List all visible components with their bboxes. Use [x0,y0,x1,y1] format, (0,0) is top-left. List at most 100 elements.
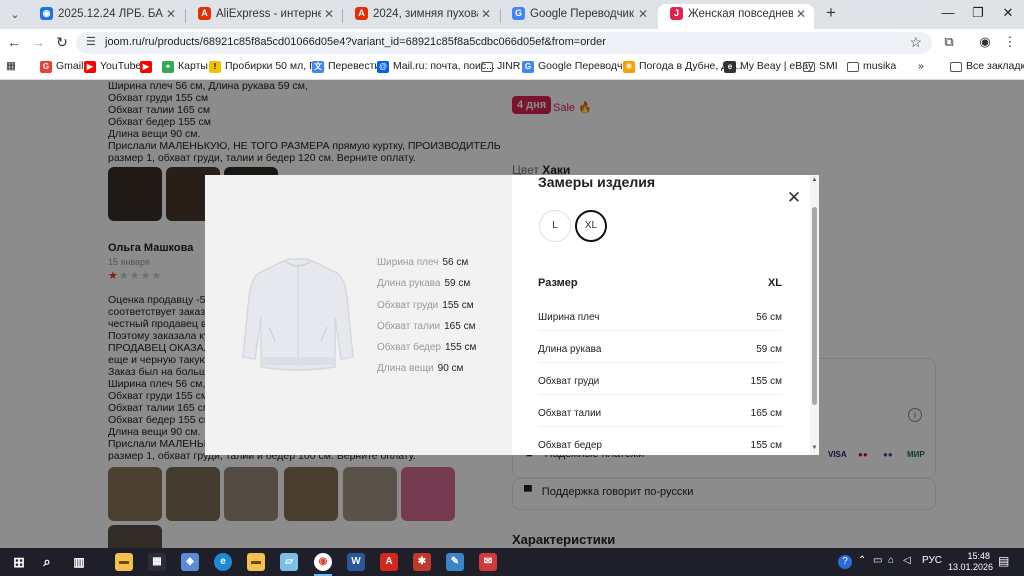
youtube-icon: ▶ [84,61,96,73]
bookmark-folder-musika[interactable]: musika [847,60,896,72]
paint-icon[interactable]: ✎ [446,553,464,571]
bookmark-probirki[interactable]: ! Пробирки 50 мл, П... [209,60,325,73]
notifications-icon[interactable]: ▤ [998,554,1009,568]
minimize-icon[interactable]: — [940,5,956,21]
tray-device-icon[interactable]: ▭ [873,555,882,566]
modal-scrollbar[interactable]: ▲ ▼ [810,175,819,455]
measurement-diagram-panel: Ширина плеч 56 см Длина рукава 59 см Обхва… [205,175,512,455]
url-text[interactable]: joom.ru/ru/products/68921c85f8a5cd01066d… [105,36,606,48]
tab-search-chevron-icon[interactable]: ⌄ [6,6,24,24]
size-option-xl-selected[interactable]: XL [575,210,607,242]
bookmark-ebay[interactable]: e My Beay | eBay [724,60,813,73]
apps-icon[interactable]: ▦ [6,60,16,72]
measure-value: 56 см [442,257,469,268]
measure-value: 90 см [437,363,464,374]
language-indicator[interactable]: РУС [922,555,942,566]
extensions-icon[interactable]: ⧉ [941,34,957,50]
clock[interactable]: 15:48 13.01.2026 [948,551,993,573]
size-column-value: XL [767,277,782,289]
folder-icon[interactable]: ▬ [247,553,265,571]
app-mail-icon[interactable]: ✉ [479,553,497,571]
help-icon[interactable]: ? [838,555,852,569]
site-info-icon[interactable]: ☰ [86,35,96,48]
network-icon[interactable]: ⌂ [888,555,894,566]
bookmark-star-icon[interactable]: ☆ [909,34,922,51]
all-bookmarks-label: Все закладки [966,60,1024,72]
restore-icon[interactable]: ❐ [970,5,986,21]
tab-2[interactable]: A AliExpress - интернет-магазин ✕ [186,4,342,29]
address-bar[interactable]: ☰ joom.ru/ru/products/68921c85f8a5cd0106… [76,32,932,54]
scroll-up-icon[interactable]: ▲ [810,177,819,183]
tab-strip: ⌄ ◉ 2025.12.24 ЛРБ. БАРИОН — Яндекс ✕ A … [0,0,1024,29]
file-explorer-icon[interactable]: ▬ [115,553,133,571]
diagram-measure-row: Длина рукава 59 см [377,278,470,289]
app-icon[interactable]: ◈ [181,553,199,571]
clock-time: 15:48 [967,551,990,561]
close-icon[interactable]: ✕ [324,4,334,24]
gmail-icon: G [40,61,52,73]
windows-start-icon[interactable]: ⊞ [10,553,28,571]
edge-icon[interactable]: e [214,553,232,571]
menu-icon[interactable]: ⋮ [1002,34,1018,50]
tab-3[interactable]: A 2024, зимняя пуховая хлопков ✕ [343,4,499,29]
folder-icon [803,62,815,72]
tab-title: Женская повседневная стеган [688,8,793,20]
bookmark-youtube[interactable]: ▶ YouTube [84,60,142,73]
close-icon[interactable]: ✕ [786,189,802,206]
tab-title: 2024, зимняя пуховая хлопков [373,8,478,20]
search-icon[interactable]: ⌕ [38,553,56,571]
tab-title: 2025.12.24 ЛРБ. БАРИОН — Яндекс [58,8,163,20]
close-icon[interactable]: ✕ [481,4,491,24]
pdf-reader-icon[interactable]: A [380,553,398,571]
bookmark-mailru[interactable]: @ Mail.ru: почта, поис... [377,60,495,73]
bookmark-label: JINR [497,60,521,72]
word-icon[interactable]: W [347,553,365,571]
mailru-icon: @ [377,61,389,73]
chrome-icon[interactable]: ◉ [314,553,332,571]
app-red-icon[interactable]: ✱ [413,553,431,571]
measure-label: Обхват талии [377,321,441,332]
new-tab-button[interactable]: + [822,4,840,22]
task-view-icon[interactable]: ▥ [70,553,88,571]
measure-label: Длина вещи [377,363,434,374]
notes-icon[interactable]: ▱ [280,553,298,571]
bookmark-translate[interactable]: 文 Перевести [312,60,381,73]
folder-icon [950,62,962,72]
size-option-l[interactable]: L [539,210,571,242]
profile-icon[interactable]: ◉ [977,34,993,50]
close-icon[interactable]: ✕ [796,4,806,24]
back-icon[interactable]: ← [6,34,22,50]
bookmark-gmail[interactable]: G Gmail [40,60,83,73]
folder-icon [847,62,859,72]
bookmark-label: YouTube [100,60,142,72]
close-icon[interactable]: ✕ [166,4,176,24]
window-close-icon[interactable]: ✕ [1000,5,1016,21]
scroll-thumb[interactable] [812,207,817,405]
tab-5-active[interactable]: J Женская повседневная стеган ✕ [658,4,814,29]
bookmark-maps[interactable]: ⌖ Карты [162,60,208,73]
all-bookmarks-folder[interactable]: Все закладки [950,60,1024,72]
row-divider [538,330,782,331]
ebay-icon: e [724,61,736,73]
reload-icon[interactable]: ↻ [54,34,70,50]
close-icon[interactable]: ✕ [638,4,648,24]
volume-icon[interactable]: ◁ [903,555,911,566]
bookmark-google-translate[interactable]: G Google Переводчик [522,60,633,73]
row-value: 155 см [750,376,782,387]
bookmark-label: Карты [178,60,208,72]
maps-icon: ⌖ [162,61,174,73]
tab-4[interactable]: G Google Переводчик ✕ [500,4,656,29]
measure-label: Ширина плеч [377,257,439,268]
tab-1[interactable]: ◉ 2025.12.24 ЛРБ. БАРИОН — Яндекс ✕ [28,4,184,29]
joom-icon: J [670,7,683,20]
bookmark-folder-smi[interactable]: SMI [803,60,838,72]
row-label: Обхват талии [538,408,602,419]
more-bookmarks-icon[interactable]: » [918,60,924,72]
modal-title: Замеры изделия [538,175,656,190]
store-icon[interactable]: ▦ [148,553,166,571]
forward-icon[interactable]: → [30,34,46,50]
bookmark-folder-jinr[interactable]: JINR [481,60,520,72]
scroll-down-icon[interactable]: ▼ [810,445,819,451]
tray-chevron-icon[interactable]: ⌃ [858,555,866,566]
bookmark-label: Перевести [328,60,381,72]
